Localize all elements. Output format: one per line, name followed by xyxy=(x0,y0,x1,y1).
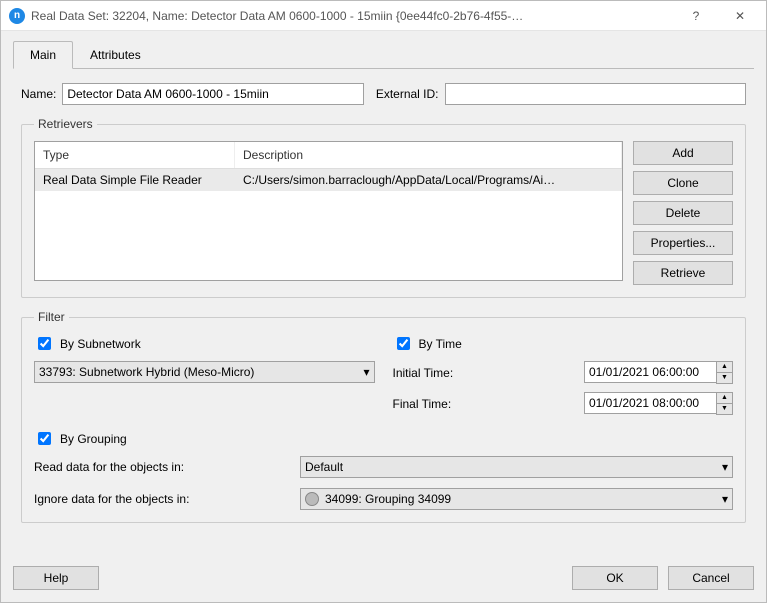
by-grouping-checkbox-row[interactable]: By Grouping xyxy=(34,429,733,448)
by-subnetwork-checkbox-row[interactable]: By Subnetwork xyxy=(34,334,375,353)
ignore-objects-select[interactable]: 34099: Grouping 34099 ▾ xyxy=(300,488,733,510)
close-button[interactable]: ✕ xyxy=(718,1,762,31)
final-time-input[interactable] xyxy=(584,392,716,414)
final-time-spinner[interactable]: ▲▼ xyxy=(716,392,733,415)
by-grouping-checkbox[interactable] xyxy=(38,432,51,445)
properties-button[interactable]: Properties... xyxy=(633,231,733,255)
col-header-description[interactable]: Description xyxy=(235,142,622,168)
by-time-section: By Time Initial Time: ▲▼ F xyxy=(393,334,734,415)
add-button[interactable]: Add xyxy=(633,141,733,165)
initial-time-spinner[interactable]: ▲▼ xyxy=(716,361,733,384)
name-input[interactable] xyxy=(62,83,363,105)
initial-time-label: Initial Time: xyxy=(393,366,454,380)
chevron-down-icon: ▾ xyxy=(722,460,728,474)
delete-button[interactable]: Delete xyxy=(633,201,733,225)
chevron-down-icon: ▾ xyxy=(363,365,369,379)
tab-attributes[interactable]: Attributes xyxy=(73,41,158,68)
retrievers-legend: Retrievers xyxy=(34,117,97,131)
read-objects-select[interactable]: Default ▾ xyxy=(300,456,733,478)
by-subnetwork-checkbox[interactable] xyxy=(38,337,51,350)
grouping-icon xyxy=(305,492,319,506)
app-icon: n xyxy=(9,8,25,24)
ok-button[interactable]: OK xyxy=(572,566,658,590)
by-subnetwork-section: By Subnetwork 33793: Subnetwork Hybrid (… xyxy=(34,334,375,415)
retrievers-buttons: Add Clone Delete Properties... Retrieve xyxy=(633,141,733,285)
cell-description: C:/Users/simon.barraclough/AppData/Local… xyxy=(235,169,622,191)
by-time-label: By Time xyxy=(419,337,462,351)
external-id-label: External ID: xyxy=(376,87,439,101)
title-bar: n Real Data Set: 32204, Name: Detector D… xyxy=(1,1,766,31)
chevron-down-icon: ▾ xyxy=(722,492,728,506)
ignore-objects-value: 34099: Grouping 34099 xyxy=(305,492,451,507)
tab-strip: Main Attributes xyxy=(13,41,754,69)
col-header-type[interactable]: Type xyxy=(35,142,235,168)
clone-button[interactable]: Clone xyxy=(633,171,733,195)
cell-type: Real Data Simple File Reader xyxy=(35,169,235,191)
by-grouping-section: By Grouping Read data for the objects in… xyxy=(34,429,733,510)
retrievers-table-header: Type Description xyxy=(35,142,622,169)
ignore-objects-label: Ignore data for the objects in: xyxy=(34,492,294,506)
subnetwork-select[interactable]: 33793: Subnetwork Hybrid (Meso-Micro) ▾ xyxy=(34,361,375,383)
initial-time-input[interactable] xyxy=(584,361,716,383)
help-button[interactable]: ? xyxy=(674,1,718,31)
filter-legend: Filter xyxy=(34,310,69,324)
by-time-checkbox-row[interactable]: By Time xyxy=(393,334,734,353)
retrieve-button[interactable]: Retrieve xyxy=(633,261,733,285)
table-row[interactable]: Real Data Simple File Reader C:/Users/si… xyxy=(35,169,622,191)
dialog-body: Main Attributes Name: External ID: Retri… xyxy=(1,31,766,558)
spin-up-icon[interactable]: ▲ xyxy=(717,393,732,404)
external-id-input[interactable] xyxy=(445,83,746,105)
retrievers-table[interactable]: Type Description Real Data Simple File R… xyxy=(34,141,623,281)
read-objects-value: Default xyxy=(305,460,343,474)
spin-down-icon[interactable]: ▼ xyxy=(717,404,732,415)
by-grouping-label: By Grouping xyxy=(60,432,127,446)
tab-main[interactable]: Main xyxy=(13,41,73,69)
by-time-checkbox[interactable] xyxy=(397,337,410,350)
by-subnetwork-label: By Subnetwork xyxy=(60,337,141,351)
name-row: Name: External ID: xyxy=(21,83,746,105)
name-label: Name: xyxy=(21,87,56,101)
filter-group: Filter By Subnetwork 33793: Subnetwork H… xyxy=(21,310,746,523)
cancel-button[interactable]: Cancel xyxy=(668,566,754,590)
spin-up-icon[interactable]: ▲ xyxy=(717,362,732,373)
dialog-window: n Real Data Set: 32204, Name: Detector D… xyxy=(0,0,767,603)
spin-down-icon[interactable]: ▼ xyxy=(717,373,732,384)
final-time-field[interactable]: ▲▼ xyxy=(584,392,733,415)
dialog-footer: Help OK Cancel xyxy=(1,558,766,602)
window-title: Real Data Set: 32204, Name: Detector Dat… xyxy=(31,9,674,23)
read-objects-label: Read data for the objects in: xyxy=(34,460,294,474)
subnetwork-select-value: 33793: Subnetwork Hybrid (Meso-Micro) xyxy=(39,365,254,379)
final-time-label: Final Time: xyxy=(393,397,452,411)
initial-time-field[interactable]: ▲▼ xyxy=(584,361,733,384)
retrievers-group: Retrievers Type Description Real Data Si… xyxy=(21,117,746,298)
tab-main-body: Name: External ID: Retrievers Type Descr… xyxy=(13,69,754,546)
help-button[interactable]: Help xyxy=(13,566,99,590)
